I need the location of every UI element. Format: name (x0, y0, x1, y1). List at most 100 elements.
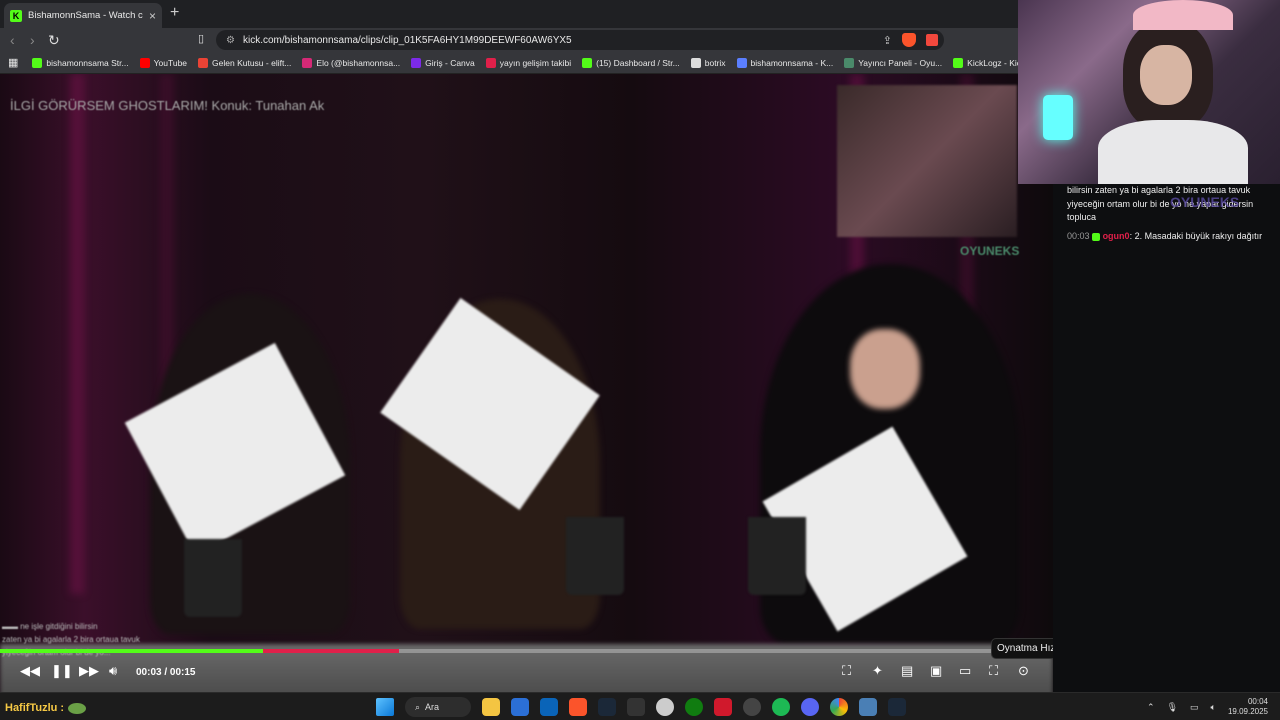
back-icon[interactable]: ‹ (10, 32, 15, 48)
taskbar-user-label: HafifTuzlu : (5, 702, 65, 714)
bookmark-favicon-icon (411, 57, 422, 68)
tray-chevron-icon[interactable]: ⌃ (1147, 702, 1155, 713)
bookmark-label: bishamonnsama - K... (750, 57, 834, 68)
frog-icon (68, 702, 87, 714)
network-icon[interactable]: ▭ (1190, 702, 1199, 713)
player-controls: ◀◀ ❚❚ ▶▶ 🔊︎ 00:03 / 00:15 ⛶ ✦ ▤ ▣ ▭ ⛶ ⊙ (0, 663, 1053, 685)
chat-panel: bilirsin zaten ya bi agalarla 2 bira ort… (1053, 184, 1280, 692)
bookmark-item[interactable]: Yayıncı Paneli - Oyu... (844, 57, 943, 68)
chat-message-text: : 2. Masadaki büyük rakıyı dağıtır (1129, 231, 1263, 241)
theater-mode-icon[interactable]: ▭ (959, 663, 971, 679)
tab-bar: K BishamonnSama - Watch clips o × + (0, 0, 1018, 28)
bookmark-favicon-icon (139, 57, 150, 68)
chrome-icon[interactable] (830, 698, 848, 716)
streamer-face (1140, 45, 1192, 105)
chat-username[interactable]: ogun0 (1103, 231, 1130, 241)
sparkle-icon[interactable]: ✦ (872, 663, 883, 679)
volume-icon[interactable]: 🔊︎ (109, 663, 117, 679)
bookmark-favicon-icon (582, 57, 593, 68)
new-tab-button[interactable]: + (170, 4, 179, 22)
bookmark-icon[interactable]: ▯ (198, 32, 204, 45)
playback-speed-icon[interactable]: ⊙ (1018, 663, 1029, 679)
taskbar-search[interactable]: ⌕ Ara (405, 697, 471, 717)
kick-icon: K (10, 9, 22, 22)
speaker-icon[interactable]: 🔈︎ (1211, 702, 1216, 713)
file-explorer-icon[interactable] (482, 698, 500, 716)
discord-icon[interactable] (801, 698, 819, 716)
cup-center (566, 517, 624, 595)
bookmark-label: Yayıncı Paneli - Oyu... (858, 57, 943, 68)
xbox-icon[interactable] (685, 698, 703, 716)
steam-icon[interactable] (598, 698, 616, 716)
search-icon: ⌕ (415, 701, 421, 712)
subscriber-badge-icon (1092, 232, 1101, 241)
clock[interactable]: 00:04 19.09.2025 (1228, 697, 1268, 717)
bookmark-favicon-icon (690, 57, 701, 68)
bookmark-item[interactable]: Giriş - Canva (411, 57, 475, 68)
bookmark-favicon-icon (953, 57, 964, 68)
bookmark-item[interactable]: bishamonnsama - K... (736, 57, 834, 68)
apps-grid-icon[interactable]: ▦ (8, 56, 18, 69)
mic-icon[interactable]: 🎙︎ (1167, 702, 1178, 713)
obs-icon[interactable] (743, 698, 761, 716)
taskbar: HafifTuzlu : ⌕ Ara ⌃ 🎙︎ ▭ 🔈︎ 00:04 19.09… (0, 692, 1280, 720)
chat-message: 00:03 ogun0: 2. Masadaki büyük rakıyı da… (1067, 230, 1272, 244)
bookmarks-bar: ▦ bishamonnsama Str... YouTube Gelen Kutus… (0, 52, 1018, 74)
site-info-icon[interactable]: ⚙ (226, 35, 235, 46)
pause-icon[interactable]: ❚❚ (51, 663, 73, 679)
video-overlay-title: İLGİ GÖRÜRSEM GHOSTLARIM! Konuk: Tunahan… (10, 98, 325, 113)
epic-games-icon[interactable] (627, 698, 645, 716)
bookmark-label: KickLogz - Kick Yayı... (967, 57, 1018, 68)
streamer-shirt (1098, 120, 1248, 184)
store-icon[interactable] (511, 698, 529, 716)
url-field[interactable]: ⚙ kick.com/bishamonnsama/clips/clip_01K5… (216, 30, 944, 50)
miniplayer-icon[interactable]: ▣ (930, 663, 942, 679)
cup-left (184, 539, 242, 617)
overlay-brand: OYUNEKS (960, 244, 1020, 258)
close-tab-icon[interactable]: × (149, 9, 156, 23)
reload-icon[interactable]: ↻ (48, 32, 60, 49)
bookmark-item[interactable]: KickLogz - Kick Yayı... (953, 57, 1018, 68)
bookmark-item[interactable]: botrix (690, 57, 726, 68)
windows-start-icon[interactable] (376, 698, 394, 716)
bookmark-item[interactable]: yayın gelişim takibi (485, 57, 571, 68)
streamer-cam-inset (837, 85, 1017, 237)
bookmark-item[interactable]: YouTube (139, 57, 188, 68)
bookmark-favicon-icon (198, 57, 209, 68)
tab-title: BishamonnSama - Watch clips o (28, 10, 143, 21)
bookmark-item[interactable]: (15) Dashboard / Str... (582, 57, 680, 68)
rewards-icon[interactable] (926, 34, 938, 46)
brave-browser-icon[interactable] (569, 698, 587, 716)
bookmark-label: YouTube (153, 57, 188, 68)
clip-crop-icon[interactable]: ⛶ (842, 663, 851, 679)
bookmark-favicon-icon (736, 57, 747, 68)
bookmark-item[interactable]: Elo (@bishamonnsa... (302, 57, 400, 68)
brave-shield-icon[interactable] (902, 33, 916, 47)
chat-timestamp: 00:03 (1067, 231, 1090, 241)
spotify-icon[interactable] (772, 698, 790, 716)
fullscreen-icon[interactable]: ⛶ (989, 663, 998, 679)
bookmark-favicon-icon (32, 57, 43, 68)
search-label: Ara (425, 702, 440, 712)
bookmark-favicon-icon (844, 57, 855, 68)
video-player[interactable]: İLGİ GÖRÜRSEM GHOSTLARIM! Konuk: Tunahan… (0, 74, 1053, 692)
app-red-icon[interactable] (714, 698, 732, 716)
share-icon[interactable]: ⇪ (883, 34, 892, 47)
bookmark-item[interactable]: Gelen Kutusu - elift... (198, 57, 291, 68)
address-bar: ‹ › ↻ ▯ ⚙ kick.com/bishamonnsama/clips/c… (0, 28, 1018, 52)
video-chat-overlay: ▬▬ ne işle gitdiğini bilirsin zaten ya bi… (2, 622, 140, 657)
steam-2-icon[interactable] (888, 698, 906, 716)
bookmark-item[interactable]: bishamonnsama Str... (32, 57, 129, 68)
rewind-icon[interactable]: ◀◀ (20, 663, 40, 679)
outlook-icon[interactable] (540, 698, 558, 716)
forward-icon[interactable]: ▶▶ (79, 663, 99, 679)
stats-icon[interactable]: ▤ (901, 663, 913, 679)
tab-active[interactable]: K BishamonnSama - Watch clips o × (4, 3, 162, 28)
progress-fill (0, 649, 264, 653)
progress-bar[interactable] (0, 649, 1053, 653)
streamer-webcam (1018, 0, 1280, 184)
app-blue-icon[interactable] (859, 698, 877, 716)
app-circle-icon[interactable] (656, 698, 674, 716)
forward-icon[interactable]: › (30, 32, 35, 48)
bookmark-label: bishamonnsama Str... (46, 57, 129, 68)
